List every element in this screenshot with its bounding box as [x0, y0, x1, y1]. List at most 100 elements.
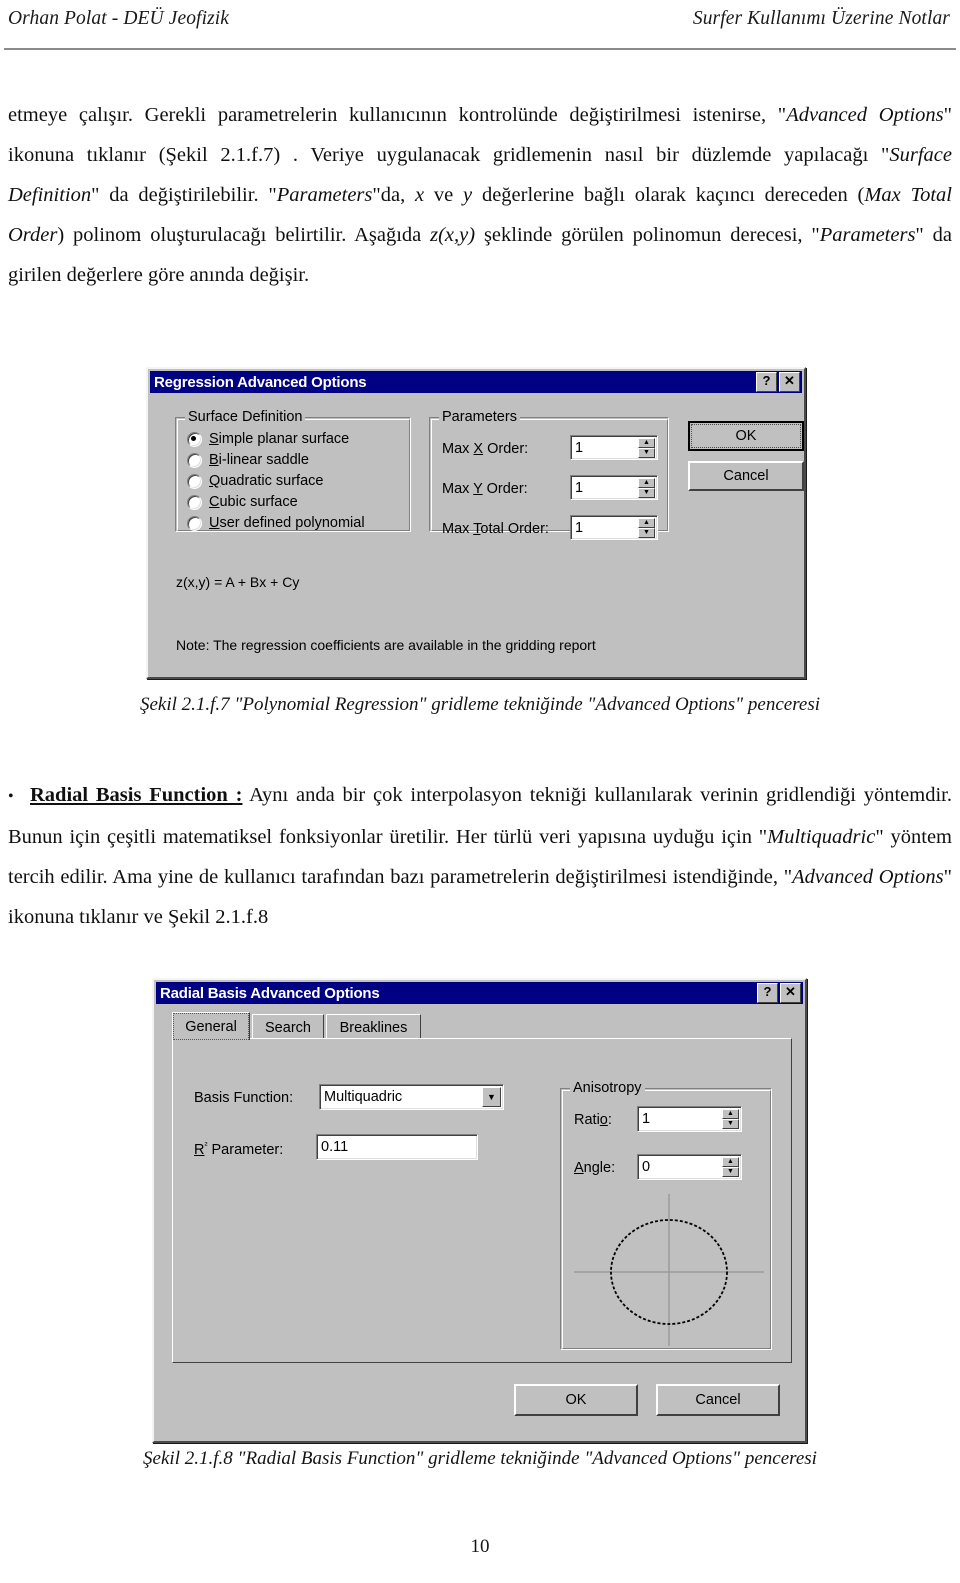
radio-icon[interactable]	[187, 515, 202, 531]
radial-basis-function-heading: Radial Basis Function :	[30, 784, 243, 806]
max-y-order-stepper[interactable]: ▲ ▼	[638, 478, 655, 498]
basis-function-value: Multiquadric	[324, 1089, 403, 1105]
radio-label-0: imple planar surface	[218, 431, 350, 447]
close-icon[interactable]: ✕	[779, 372, 800, 392]
max-x-order-label: Max X Order:	[442, 441, 529, 457]
tab-breaklines[interactable]: Breaklines	[326, 1014, 421, 1040]
tab-general-label: General	[185, 1018, 237, 1035]
p1-seg7: ) polinom oluşturulacağı belirtilir. Aşa…	[57, 224, 431, 246]
header-title: Surfer Kullanımı Üzerine Notlar	[692, 8, 950, 29]
tab-search-label: Search	[265, 1019, 311, 1036]
angle-stepper[interactable]: ▲ ▼	[722, 1157, 739, 1177]
radio-label-4-key: U	[209, 515, 220, 531]
radio-label-1: i-linear saddle	[218, 452, 309, 468]
dialog2-ok-button[interactable]: OK	[514, 1384, 638, 1416]
ratio-input[interactable]: 1 ▲ ▼	[637, 1106, 742, 1132]
radio-label-3: ubic surface	[219, 494, 298, 510]
r2-parameter-input[interactable]: 0.11	[316, 1134, 478, 1160]
spin-down-icon[interactable]: ▼	[638, 448, 655, 458]
radio-label-2-key: Q	[209, 473, 221, 489]
spin-up-icon[interactable]: ▲	[722, 1109, 739, 1119]
max-y-order-input[interactable]: 1 ▲ ▼	[570, 475, 658, 500]
spin-down-icon[interactable]: ▼	[722, 1167, 739, 1177]
radio-bi-linear-saddle[interactable]: Bi-linear saddle	[187, 452, 309, 468]
dialog2-title-bar[interactable]: Radial Basis Advanced Options ? ✕	[156, 982, 803, 1004]
angle-label: Angle:	[574, 1160, 616, 1176]
spin-up-icon[interactable]: ▲	[722, 1157, 739, 1167]
bullet-icon: •	[8, 788, 14, 805]
radial-basis-advanced-options-dialog[interactable]: Radial Basis Advanced Options ? ✕ Genera…	[152, 978, 807, 1443]
spin-down-icon[interactable]: ▼	[638, 488, 655, 498]
tab-general[interactable]: General	[172, 1012, 250, 1040]
dialog1-cancel-button[interactable]: Cancel	[688, 461, 804, 491]
max-total-order-input[interactable]: 1 ▲ ▼	[570, 515, 658, 540]
radio-cubic-surface[interactable]: Cubic surface	[187, 494, 298, 510]
anisotropy-preview	[574, 1194, 764, 1346]
max-y-order-label: Max Y Order:	[442, 481, 528, 497]
anisotropy-label: Anisotropy	[570, 1080, 645, 1096]
p1-em5: y	[463, 184, 473, 206]
spin-up-icon[interactable]: ▲	[638, 438, 655, 448]
dialog1-ok-button[interactable]: OK	[688, 421, 804, 451]
dialog2-title: Radial Basis Advanced Options	[160, 984, 380, 1002]
tab-search[interactable]: Search	[252, 1014, 324, 1040]
radio-quadratic-surface[interactable]: Quadratic surface	[187, 473, 323, 489]
regression-note: Note: The regression coefficients are av…	[176, 637, 596, 653]
p1-seg8: şeklinde görülen polinomun derecesi, "	[475, 224, 820, 246]
r2-parameter-label: R² Parameter:	[194, 1140, 284, 1158]
p1-seg4: "da,	[372, 184, 416, 206]
p1-em8: Parameters	[819, 224, 916, 246]
radio-label-2: uadratic surface	[220, 473, 324, 489]
help-icon[interactable]: ?	[757, 983, 778, 1003]
basis-function-combobox[interactable]: Multiquadric ▼	[319, 1084, 504, 1110]
p1-seg1: etmeye çalışır. Gerekli parametrelerin k…	[8, 104, 787, 126]
radio-icon[interactable]	[187, 452, 202, 468]
dialog2-cancel-button[interactable]: Cancel	[656, 1384, 780, 1416]
dialog1-ok-label: OK	[691, 424, 801, 448]
angle-value: 0	[642, 1159, 651, 1175]
p1-em7: z(x,y)	[430, 224, 476, 246]
polynomial-formula: z(x,y) = A + Bx + Cy	[176, 574, 300, 590]
regression-advanced-options-dialog[interactable]: Regression Advanced Options ? ✕ Surface …	[146, 367, 806, 679]
radio-icon-selected[interactable]	[187, 431, 202, 447]
dialog2-ok-label: OK	[565, 1392, 587, 1408]
spin-down-icon[interactable]: ▼	[722, 1119, 739, 1129]
radio-icon[interactable]	[187, 494, 202, 510]
tab-breaklines-label: Breaklines	[339, 1019, 408, 1036]
spin-down-icon[interactable]: ▼	[638, 528, 655, 538]
dialog1-cancel-label: Cancel	[723, 468, 769, 484]
ratio-label: Ratio:	[574, 1112, 612, 1128]
p1-em4: x	[415, 184, 425, 206]
dialog1-title-bar[interactable]: Regression Advanced Options ? ✕	[150, 371, 802, 393]
parameters-label: Parameters	[439, 409, 520, 425]
figure-caption-2: Şekil 2.1.f.8 "Radial Basis Function" gr…	[143, 1448, 817, 1469]
p1-seg5: ve	[424, 184, 464, 206]
radio-simple-planar-surface[interactable]: Simple planar surface	[187, 431, 349, 447]
radio-label-3-key: C	[209, 494, 220, 510]
max-total-order-label: Max Total Order:	[442, 521, 549, 537]
chevron-down-icon[interactable]: ▼	[482, 1087, 501, 1107]
dialog1-title: Regression Advanced Options	[154, 373, 367, 391]
p1-seg6: değerlerine bağlı olarak kaçıncı dereced…	[472, 184, 865, 206]
max-x-order-stepper[interactable]: ▲ ▼	[638, 438, 655, 458]
header-divider	[4, 48, 956, 50]
ratio-stepper[interactable]: ▲ ▼	[722, 1109, 739, 1129]
help-icon[interactable]: ?	[756, 372, 777, 392]
p1-seg3: " da değiştirilebilir. "	[91, 184, 277, 206]
angle-input[interactable]: 0 ▲ ▼	[637, 1154, 742, 1180]
surface-definition-label: Surface Definition	[185, 409, 306, 425]
max-y-order-value: 1	[575, 479, 584, 496]
spin-up-icon[interactable]: ▲	[638, 478, 655, 488]
max-x-order-input[interactable]: 1 ▲ ▼	[570, 435, 658, 460]
radio-icon[interactable]	[187, 473, 202, 489]
spin-up-icon[interactable]: ▲	[638, 518, 655, 528]
r2-parameter-value: 0.11	[321, 1139, 349, 1155]
radio-user-defined-polynomial[interactable]: User defined polynomial	[187, 515, 365, 531]
max-total-order-stepper[interactable]: ▲ ▼	[638, 518, 655, 538]
max-total-order-value: 1	[575, 519, 584, 536]
close-icon[interactable]: ✕	[780, 983, 801, 1003]
basis-function-label: Basis Function:	[194, 1090, 294, 1106]
dialog2-cancel-label: Cancel	[695, 1392, 741, 1408]
page-header: Orhan Polat - DEÜ Jeofizik Surfer Kullan…	[0, 0, 960, 52]
paragraph-2: • Radial Basis Function : Aynı anda bir ç…	[8, 775, 952, 937]
